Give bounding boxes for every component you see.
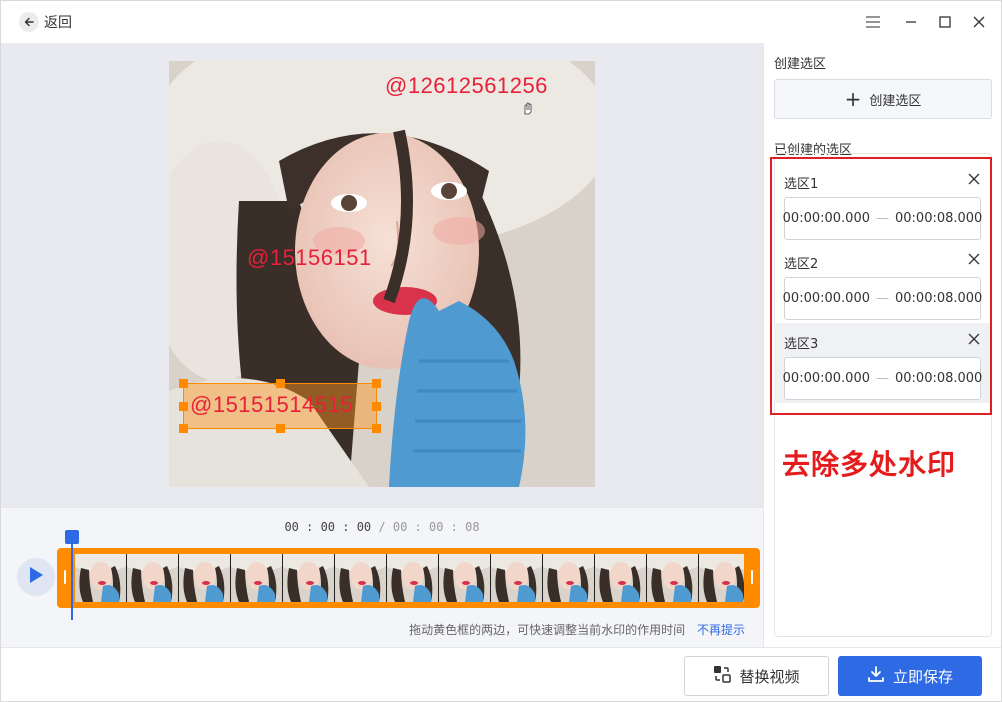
- timeline-thumbnail: [543, 554, 594, 602]
- create-selection-button[interactable]: + 创建选区: [774, 79, 992, 119]
- play-button[interactable]: [17, 558, 55, 596]
- timeline-thumbnail: [335, 554, 386, 602]
- highlight-frame: [770, 157, 992, 415]
- range-handle-right[interactable]: [751, 570, 753, 584]
- timeline-thumbnail: [647, 554, 698, 602]
- back-label: 返回: [44, 15, 72, 31]
- timeline-thumbnail: [75, 554, 126, 602]
- play-icon: [28, 566, 44, 588]
- range-handle-left[interactable]: [64, 570, 66, 584]
- thumbnail-strip: [75, 554, 744, 602]
- total-time: 00 : 00 : 08: [392, 520, 480, 534]
- timeline-range-strip[interactable]: [57, 548, 760, 608]
- save-now-label: 立即保存: [892, 667, 953, 686]
- hint-bar: 拖动黄色框的两边，可快速调整当前水印的作用时间 不再提示: [409, 621, 745, 638]
- hand-cursor-icon: [521, 101, 533, 119]
- selection-panel: 创建选区 + 创建选区 已创建的选区 选区1 00:00:00.000—00:0…: [763, 43, 1001, 647]
- current-time: 00 : 00 : 00: [284, 520, 372, 534]
- title-bar: 返回: [1, 1, 1001, 43]
- back-arrow-icon: [19, 12, 39, 32]
- resize-handle-top-right[interactable]: [372, 379, 381, 388]
- watermark-selection-box[interactable]: @15151514515: [179, 379, 381, 433]
- resize-handle-bottom-right[interactable]: [372, 424, 381, 433]
- timeline-thumbnail: [439, 554, 490, 602]
- watermark-text-1: @12612561256: [385, 73, 548, 98]
- resize-handle-right[interactable]: [372, 402, 381, 411]
- replace-video-label: 替换视频: [739, 667, 800, 686]
- footer-bar: 替换视频 立即保存: [1, 647, 1001, 701]
- promo-text: 去除多处水印: [782, 448, 957, 481]
- time-readout: 00 : 00 : 00 / 00 : 00 : 08: [1, 520, 763, 534]
- video-preview-area: @12612561256 @15156151 @15151514515: [1, 43, 763, 507]
- timeline-thumbnail: [387, 554, 438, 602]
- dont-show-again-link[interactable]: 不再提示: [697, 623, 745, 637]
- resize-handle-left[interactable]: [179, 402, 188, 411]
- save-now-button[interactable]: 立即保存: [838, 656, 982, 696]
- download-icon: [867, 665, 893, 687]
- time-separator: /: [371, 520, 393, 534]
- timeline-thumbnail: [179, 554, 230, 602]
- plus-icon: +: [844, 87, 862, 111]
- playhead-line: [71, 540, 73, 620]
- watermark-text-3: @15151514515: [190, 392, 353, 417]
- timeline-thumbnail: [283, 554, 334, 602]
- watermark-text-2: @15156151: [247, 245, 372, 270]
- timeline-thumbnail: [491, 554, 542, 602]
- create-section-title: 创建选区: [774, 57, 827, 72]
- replace-icon: [713, 665, 739, 687]
- timeline-panel: 00 : 00 : 00 / 00 : 00 : 08 拖动黄色框的两边，可快速…: [1, 507, 763, 647]
- back-button[interactable]: 返回: [19, 11, 72, 33]
- hint-text: 拖动黄色框的两边，可快速调整当前水印的作用时间: [409, 623, 686, 637]
- resize-handle-top[interactable]: [276, 379, 285, 388]
- replace-video-button[interactable]: 替换视频: [684, 656, 829, 696]
- timeline-thumbnail: [595, 554, 646, 602]
- maximize-icon[interactable]: [935, 12, 955, 32]
- minimize-icon[interactable]: [901, 12, 921, 32]
- menu-icon[interactable]: [863, 12, 883, 32]
- resize-handle-bottom[interactable]: [276, 424, 285, 433]
- create-selection-label: 创建选区: [869, 93, 922, 109]
- resize-handle-top-left[interactable]: [179, 379, 188, 388]
- close-icon[interactable]: [969, 12, 989, 32]
- video-frame: @12612561256 @15156151 @15151514515: [169, 61, 595, 487]
- timeline-thumbnail: [231, 554, 282, 602]
- timeline-thumbnail: [127, 554, 178, 602]
- timeline-thumbnail: [699, 554, 744, 602]
- resize-handle-bottom-left[interactable]: [179, 424, 188, 433]
